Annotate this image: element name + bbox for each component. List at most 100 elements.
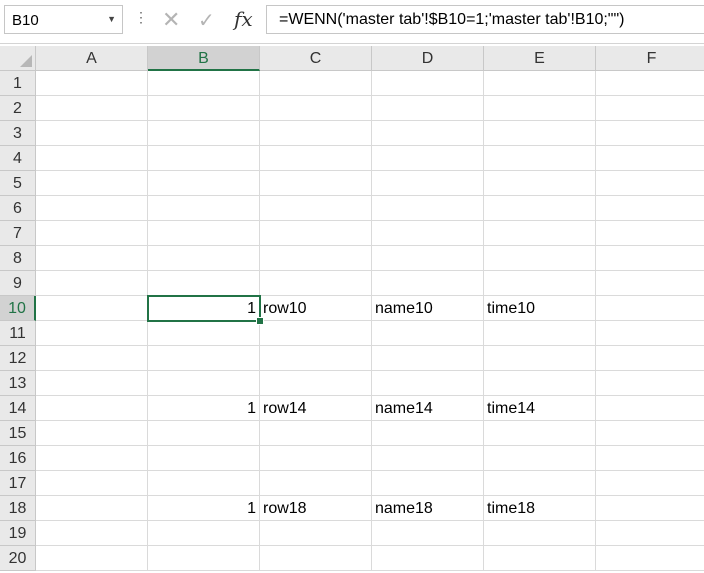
cell-f9[interactable] (596, 271, 704, 296)
cell-a11[interactable] (36, 321, 148, 346)
cell-b15[interactable] (148, 421, 260, 446)
cell-e10[interactable]: time10 (484, 296, 596, 321)
name-box[interactable]: B10 ▼ (4, 5, 123, 34)
cancel-icon[interactable]: ✕ (162, 7, 180, 33)
row-header-17[interactable]: 17 (0, 471, 36, 496)
cell-b19[interactable] (148, 521, 260, 546)
cell-c18[interactable]: row18 (260, 496, 372, 521)
cell-e14[interactable]: time14 (484, 396, 596, 421)
cell-a5[interactable] (36, 171, 148, 196)
cell-d17[interactable] (372, 471, 484, 496)
cell-b6[interactable] (148, 196, 260, 221)
cell-f16[interactable] (596, 446, 704, 471)
select-all-corner[interactable] (0, 46, 36, 71)
cell-a7[interactable] (36, 221, 148, 246)
cell-e12[interactable] (484, 346, 596, 371)
row-header-2[interactable]: 2 (0, 96, 36, 121)
cell-e4[interactable] (484, 146, 596, 171)
row-header-7[interactable]: 7 (0, 221, 36, 246)
cell-a18[interactable] (36, 496, 148, 521)
cell-b5[interactable] (148, 171, 260, 196)
cell-b12[interactable] (148, 346, 260, 371)
cell-a14[interactable] (36, 396, 148, 421)
row-header-9[interactable]: 9 (0, 271, 36, 296)
row-header-8[interactable]: 8 (0, 246, 36, 271)
row-header-10[interactable]: 10 (0, 296, 36, 321)
insert-function-icon[interactable]: fx (234, 7, 253, 31)
cell-a2[interactable] (36, 96, 148, 121)
cell-c10[interactable]: row10 (260, 296, 372, 321)
cell-d15[interactable] (372, 421, 484, 446)
cell-b13[interactable] (148, 371, 260, 396)
cell-d20[interactable] (372, 546, 484, 571)
cell-a4[interactable] (36, 146, 148, 171)
column-header-d[interactable]: D (372, 46, 484, 71)
row-header-3[interactable]: 3 (0, 121, 36, 146)
cell-c9[interactable] (260, 271, 372, 296)
cell-c1[interactable] (260, 71, 372, 96)
cell-d18[interactable]: name18 (372, 496, 484, 521)
cell-e13[interactable] (484, 371, 596, 396)
cell-a1[interactable] (36, 71, 148, 96)
cell-d11[interactable] (372, 321, 484, 346)
chevron-down-icon[interactable]: ▼ (107, 14, 116, 24)
row-header-19[interactable]: 19 (0, 521, 36, 546)
column-header-c[interactable]: C (260, 46, 372, 71)
cell-e3[interactable] (484, 121, 596, 146)
cell-c12[interactable] (260, 346, 372, 371)
cell-f7[interactable] (596, 221, 704, 246)
row-header-6[interactable]: 6 (0, 196, 36, 221)
cell-b3[interactable] (148, 121, 260, 146)
cell-f20[interactable] (596, 546, 704, 571)
cell-e8[interactable] (484, 246, 596, 271)
cell-c19[interactable] (260, 521, 372, 546)
cell-f2[interactable] (596, 96, 704, 121)
cell-b4[interactable] (148, 146, 260, 171)
cell-d2[interactable] (372, 96, 484, 121)
cell-d10[interactable]: name10 (372, 296, 484, 321)
fill-handle[interactable] (256, 317, 264, 325)
cell-d16[interactable] (372, 446, 484, 471)
cell-e17[interactable] (484, 471, 596, 496)
cell-e1[interactable] (484, 71, 596, 96)
cell-a17[interactable] (36, 471, 148, 496)
row-header-20[interactable]: 20 (0, 546, 36, 571)
cell-b16[interactable] (148, 446, 260, 471)
cell-b20[interactable] (148, 546, 260, 571)
cell-c15[interactable] (260, 421, 372, 446)
cell-a15[interactable] (36, 421, 148, 446)
column-header-f[interactable]: F (596, 46, 704, 71)
cell-d5[interactable] (372, 171, 484, 196)
cell-b2[interactable] (148, 96, 260, 121)
cell-f12[interactable] (596, 346, 704, 371)
cell-d9[interactable] (372, 271, 484, 296)
cell-a19[interactable] (36, 521, 148, 546)
cell-c16[interactable] (260, 446, 372, 471)
row-header-1[interactable]: 1 (0, 71, 36, 96)
cell-c20[interactable] (260, 546, 372, 571)
cell-f3[interactable] (596, 121, 704, 146)
cell-f14[interactable] (596, 396, 704, 421)
cell-e5[interactable] (484, 171, 596, 196)
cell-b9[interactable] (148, 271, 260, 296)
cell-a10[interactable] (36, 296, 148, 321)
row-header-15[interactable]: 15 (0, 421, 36, 446)
cell-e20[interactable] (484, 546, 596, 571)
cell-d1[interactable] (372, 71, 484, 96)
cell-e9[interactable] (484, 271, 596, 296)
cell-e7[interactable] (484, 221, 596, 246)
cell-e11[interactable] (484, 321, 596, 346)
cell-b1[interactable] (148, 71, 260, 96)
cell-f1[interactable] (596, 71, 704, 96)
cell-d4[interactable] (372, 146, 484, 171)
row-header-12[interactable]: 12 (0, 346, 36, 371)
cell-e18[interactable]: time18 (484, 496, 596, 521)
column-header-b[interactable]: B (148, 46, 260, 71)
row-header-16[interactable]: 16 (0, 446, 36, 471)
cell-c13[interactable] (260, 371, 372, 396)
formula-input[interactable]: =WENN('master tab'!$B10=1;'master tab'!B… (266, 5, 704, 34)
cell-d7[interactable] (372, 221, 484, 246)
cell-e16[interactable] (484, 446, 596, 471)
cell-c7[interactable] (260, 221, 372, 246)
cell-f11[interactable] (596, 321, 704, 346)
